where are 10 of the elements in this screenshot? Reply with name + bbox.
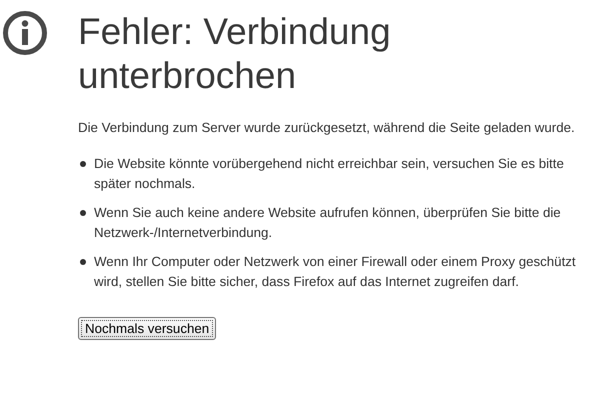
hint-text: Die Website könnte vorübergehend nicht erreichbar sein, versuchen Sie es bitte später nochmals.	[94, 155, 565, 193]
info-icon	[2, 10, 48, 56]
page-title: Fehler: Verbindung unterbrochen	[78, 10, 392, 98]
bullet-icon	[80, 210, 86, 216]
hint-text: Wenn Ihr Computer oder Netzwerk von einer Firewall oder einem Proxy geschützt wird, stellen Sie bitte sicher, dass Firefox auf das Internet zugreifen darf.	[94, 253, 577, 291]
bullet-icon	[80, 161, 86, 167]
bullet-icon	[80, 259, 86, 265]
hint-text: Wenn Sie auch keine andere Website aufrufen können, überprüfen Sie bitte die Netzwerk-/Internetverbindung.	[94, 204, 562, 242]
retry-button[interactable]: Nochmals versuchen	[78, 317, 216, 340]
error-message: Die Verbindung zum Server wurde zurückgesetzt, während die Seite geladen wurde.	[78, 119, 576, 137]
